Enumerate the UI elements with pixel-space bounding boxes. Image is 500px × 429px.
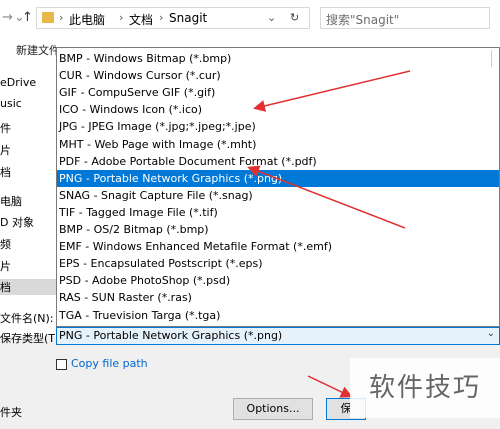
breadcrumb-item[interactable]: 文档 xyxy=(129,11,153,28)
nav-item[interactable]: 电脑 xyxy=(0,193,22,209)
filetype-dropdown-list[interactable]: BMP - Windows Bitmap (*.bmp) CUR - Window… xyxy=(56,47,500,327)
filetype-label: 保存类型(T): xyxy=(0,332,64,345)
nav-item[interactable]: eDrive xyxy=(0,76,36,89)
filetype-option[interactable]: GIF - CompuServe GIF (*.gif) xyxy=(57,84,499,101)
options-button[interactable]: Options... xyxy=(233,398,313,420)
copy-path-checkbox[interactable] xyxy=(56,359,67,370)
forward-arrow-icon[interactable]: → xyxy=(2,10,13,25)
address-input[interactable]: › 此电脑 › 文档 › Snagit ⌄ ↻ xyxy=(36,7,310,29)
filename-label: 文件名(N): xyxy=(0,312,54,325)
search-placeholder: 搜索"Snagit" xyxy=(326,13,400,27)
address-bar-row: → ⌄ ↑ › 此电脑 › 文档 › Snagit ⌄ ↻ 搜索"Snagit" xyxy=(0,0,500,36)
nav-item[interactable]: D 对象 xyxy=(0,214,34,230)
watermark-text: 软件技巧 xyxy=(350,358,500,418)
annotation-arrow xyxy=(307,375,353,398)
chevron-right-icon: › xyxy=(59,11,64,24)
up-arrow-icon[interactable]: ↑ xyxy=(22,10,33,25)
filetype-option[interactable]: EMF - Windows Enhanced Metafile Format (… xyxy=(57,238,499,255)
chevron-down-icon[interactable]: ⌄ xyxy=(267,11,276,24)
filetype-option[interactable]: PSD - Adobe PhotoShop (*.psd) xyxy=(57,272,499,289)
nav-item[interactable]: 档 xyxy=(0,164,11,180)
filetype-option[interactable]: SNAG - Snagit Capture File (*.snag) xyxy=(57,187,499,204)
filetype-option[interactable]: JPG - JPEG Image (*.jpg;*.jpeg;*.jpe) xyxy=(57,118,499,135)
nav-item[interactable]: 片 xyxy=(0,258,11,274)
filetype-option[interactable]: EPS - Encapsulated Postscript (*.eps) xyxy=(57,255,499,272)
breadcrumb-item[interactable]: 此电脑 xyxy=(69,11,105,28)
filetype-option[interactable]: PDF - Adobe Portable Document Format (*.… xyxy=(57,153,499,170)
filetype-select[interactable]: PNG - Portable Network Graphics (*.png) … xyxy=(56,327,500,345)
chevron-right-icon: › xyxy=(159,11,164,24)
filetype-option[interactable]: ICO - Windows Icon (*.ico) xyxy=(57,101,499,118)
folder-icon xyxy=(42,12,54,23)
filetype-option[interactable]: BMP - OS/2 Bitmap (*.bmp) xyxy=(57,221,499,238)
chevron-right-icon: › xyxy=(119,11,124,24)
nav-item[interactable]: usic xyxy=(0,97,22,110)
nav-item[interactable]: 片 xyxy=(0,142,11,158)
breadcrumb-item[interactable]: Snagit xyxy=(169,11,207,25)
filetype-option-selected[interactable]: PNG - Portable Network Graphics (*.png) xyxy=(57,169,499,187)
search-input[interactable]: 搜索"Snagit" xyxy=(320,7,490,29)
scrollbar[interactable] xyxy=(491,50,499,67)
hide-folders-toggle[interactable]: 件夹 xyxy=(0,404,22,420)
filetype-option[interactable]: TGA - Truevision Targa (*.tga) xyxy=(57,307,499,324)
nav-item[interactable]: 件 xyxy=(0,120,11,136)
refresh-icon[interactable]: ↻ xyxy=(290,11,299,24)
filetype-value: PNG - Portable Network Graphics (*.png) xyxy=(59,329,283,342)
nav-item-selected[interactable]: 档 xyxy=(0,279,56,295)
nav-item[interactable]: 频 xyxy=(0,236,11,252)
filetype-option[interactable]: CUR - Windows Cursor (*.cur) xyxy=(57,67,499,84)
filetype-option[interactable]: BMP - Windows Bitmap (*.bmp) xyxy=(57,50,499,67)
filetype-option[interactable]: MHT - Web Page with Image (*.mht) xyxy=(57,136,499,153)
chevron-down-icon: ⌄ xyxy=(486,328,495,339)
copy-path-label[interactable]: Copy file path xyxy=(71,357,148,370)
filetype-option[interactable]: RAS - SUN Raster (*.ras) xyxy=(57,289,499,306)
filetype-option[interactable]: TIF - Tagged Image File (*.tif) xyxy=(57,204,499,221)
filetype-option[interactable]: WFX - WinFax (*.wfx) xyxy=(57,324,499,327)
